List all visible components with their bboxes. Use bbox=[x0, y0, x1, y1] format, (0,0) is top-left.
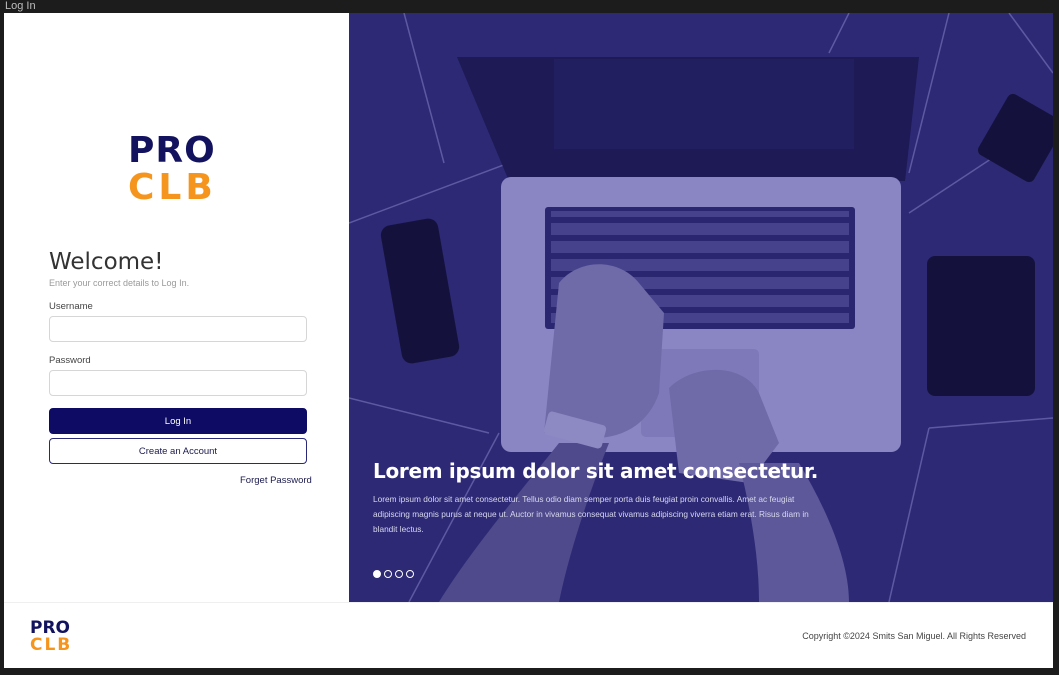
password-label: Password bbox=[49, 355, 91, 366]
copyright-text: Copyright ©2024 Smits San Miguel. All Ri… bbox=[802, 631, 1026, 641]
login-subtext: Enter your correct details to Log In. bbox=[49, 278, 190, 288]
login-panel: PRO CLB Welcome! Enter your correct deta… bbox=[4, 13, 349, 602]
hero-image-panel: Lorem ipsum dolor sit amet consectetur. … bbox=[349, 13, 1053, 602]
hero-body: Lorem ipsum dolor sit amet consectetur. … bbox=[373, 494, 809, 534]
username-input[interactable] bbox=[49, 316, 307, 342]
carousel-indicators bbox=[373, 570, 414, 578]
login-button[interactable]: Log In bbox=[49, 408, 307, 434]
footer-logo: PRO CLB bbox=[30, 620, 72, 654]
window-title: Log In bbox=[0, 0, 1059, 13]
brand-logo: PRO CLB bbox=[128, 133, 217, 206]
brand-logo-line1: PRO bbox=[128, 130, 216, 171]
brand-logo-line2: CLB bbox=[128, 167, 217, 208]
forgot-password-link[interactable]: Forget Password bbox=[240, 475, 312, 486]
carousel-dot-3[interactable] bbox=[395, 570, 403, 578]
footer-logo-line2: CLB bbox=[30, 635, 73, 655]
carousel-dot-2[interactable] bbox=[384, 570, 392, 578]
carousel-dot-4[interactable] bbox=[406, 570, 414, 578]
username-label: Username bbox=[49, 301, 93, 312]
password-input[interactable] bbox=[49, 370, 307, 396]
carousel-dot-1[interactable] bbox=[373, 570, 381, 578]
app-window: PRO CLB Welcome! Enter your correct deta… bbox=[4, 13, 1053, 668]
welcome-heading: Welcome! bbox=[49, 249, 164, 275]
hero-title: Lorem ipsum dolor sit amet consectetur. bbox=[373, 459, 819, 483]
footer: PRO CLB Copyright ©2024 Smits San Miguel… bbox=[4, 602, 1053, 668]
create-account-button[interactable]: Create an Account bbox=[49, 438, 307, 464]
